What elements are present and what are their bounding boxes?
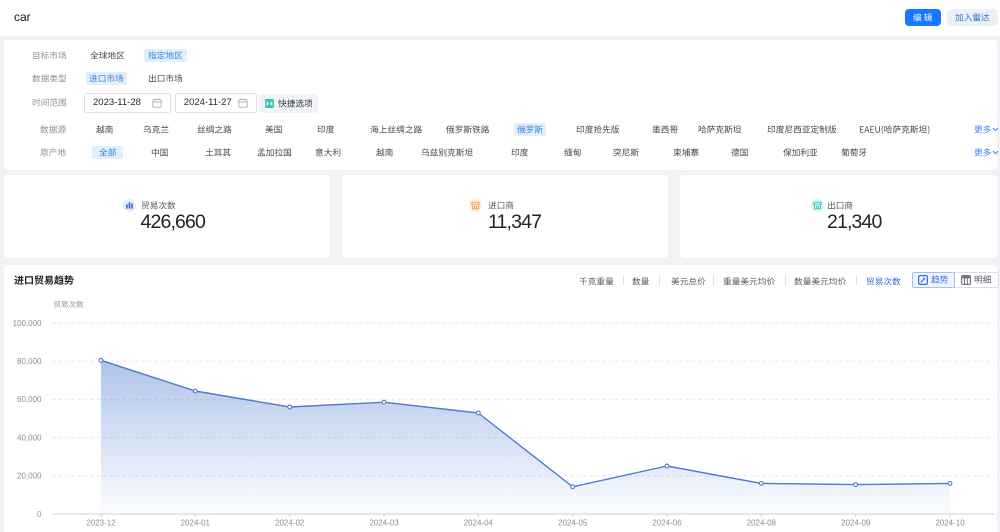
svg-text:2024-04: 2024-04 [464, 519, 494, 528]
svg-text:40,000: 40,000 [17, 433, 42, 442]
svg-text:20,000: 20,000 [17, 472, 42, 481]
svg-text:80,000: 80,000 [17, 357, 42, 366]
svg-text:2024-09: 2024-09 [841, 519, 871, 528]
svg-text:2024-10: 2024-10 [935, 519, 965, 528]
svg-text:2024-01: 2024-01 [181, 519, 211, 528]
svg-text:100,000: 100,000 [13, 319, 42, 328]
svg-text:2023-12: 2023-12 [86, 519, 116, 528]
svg-text:60,000: 60,000 [17, 395, 42, 404]
svg-text:2024-03: 2024-03 [369, 519, 399, 528]
svg-text:0: 0 [37, 510, 42, 519]
svg-text:2024-05: 2024-05 [558, 519, 588, 528]
svg-text:2024-06: 2024-06 [652, 519, 682, 528]
svg-text:2024-08: 2024-08 [747, 519, 777, 528]
svg-text:2024-02: 2024-02 [275, 519, 305, 528]
